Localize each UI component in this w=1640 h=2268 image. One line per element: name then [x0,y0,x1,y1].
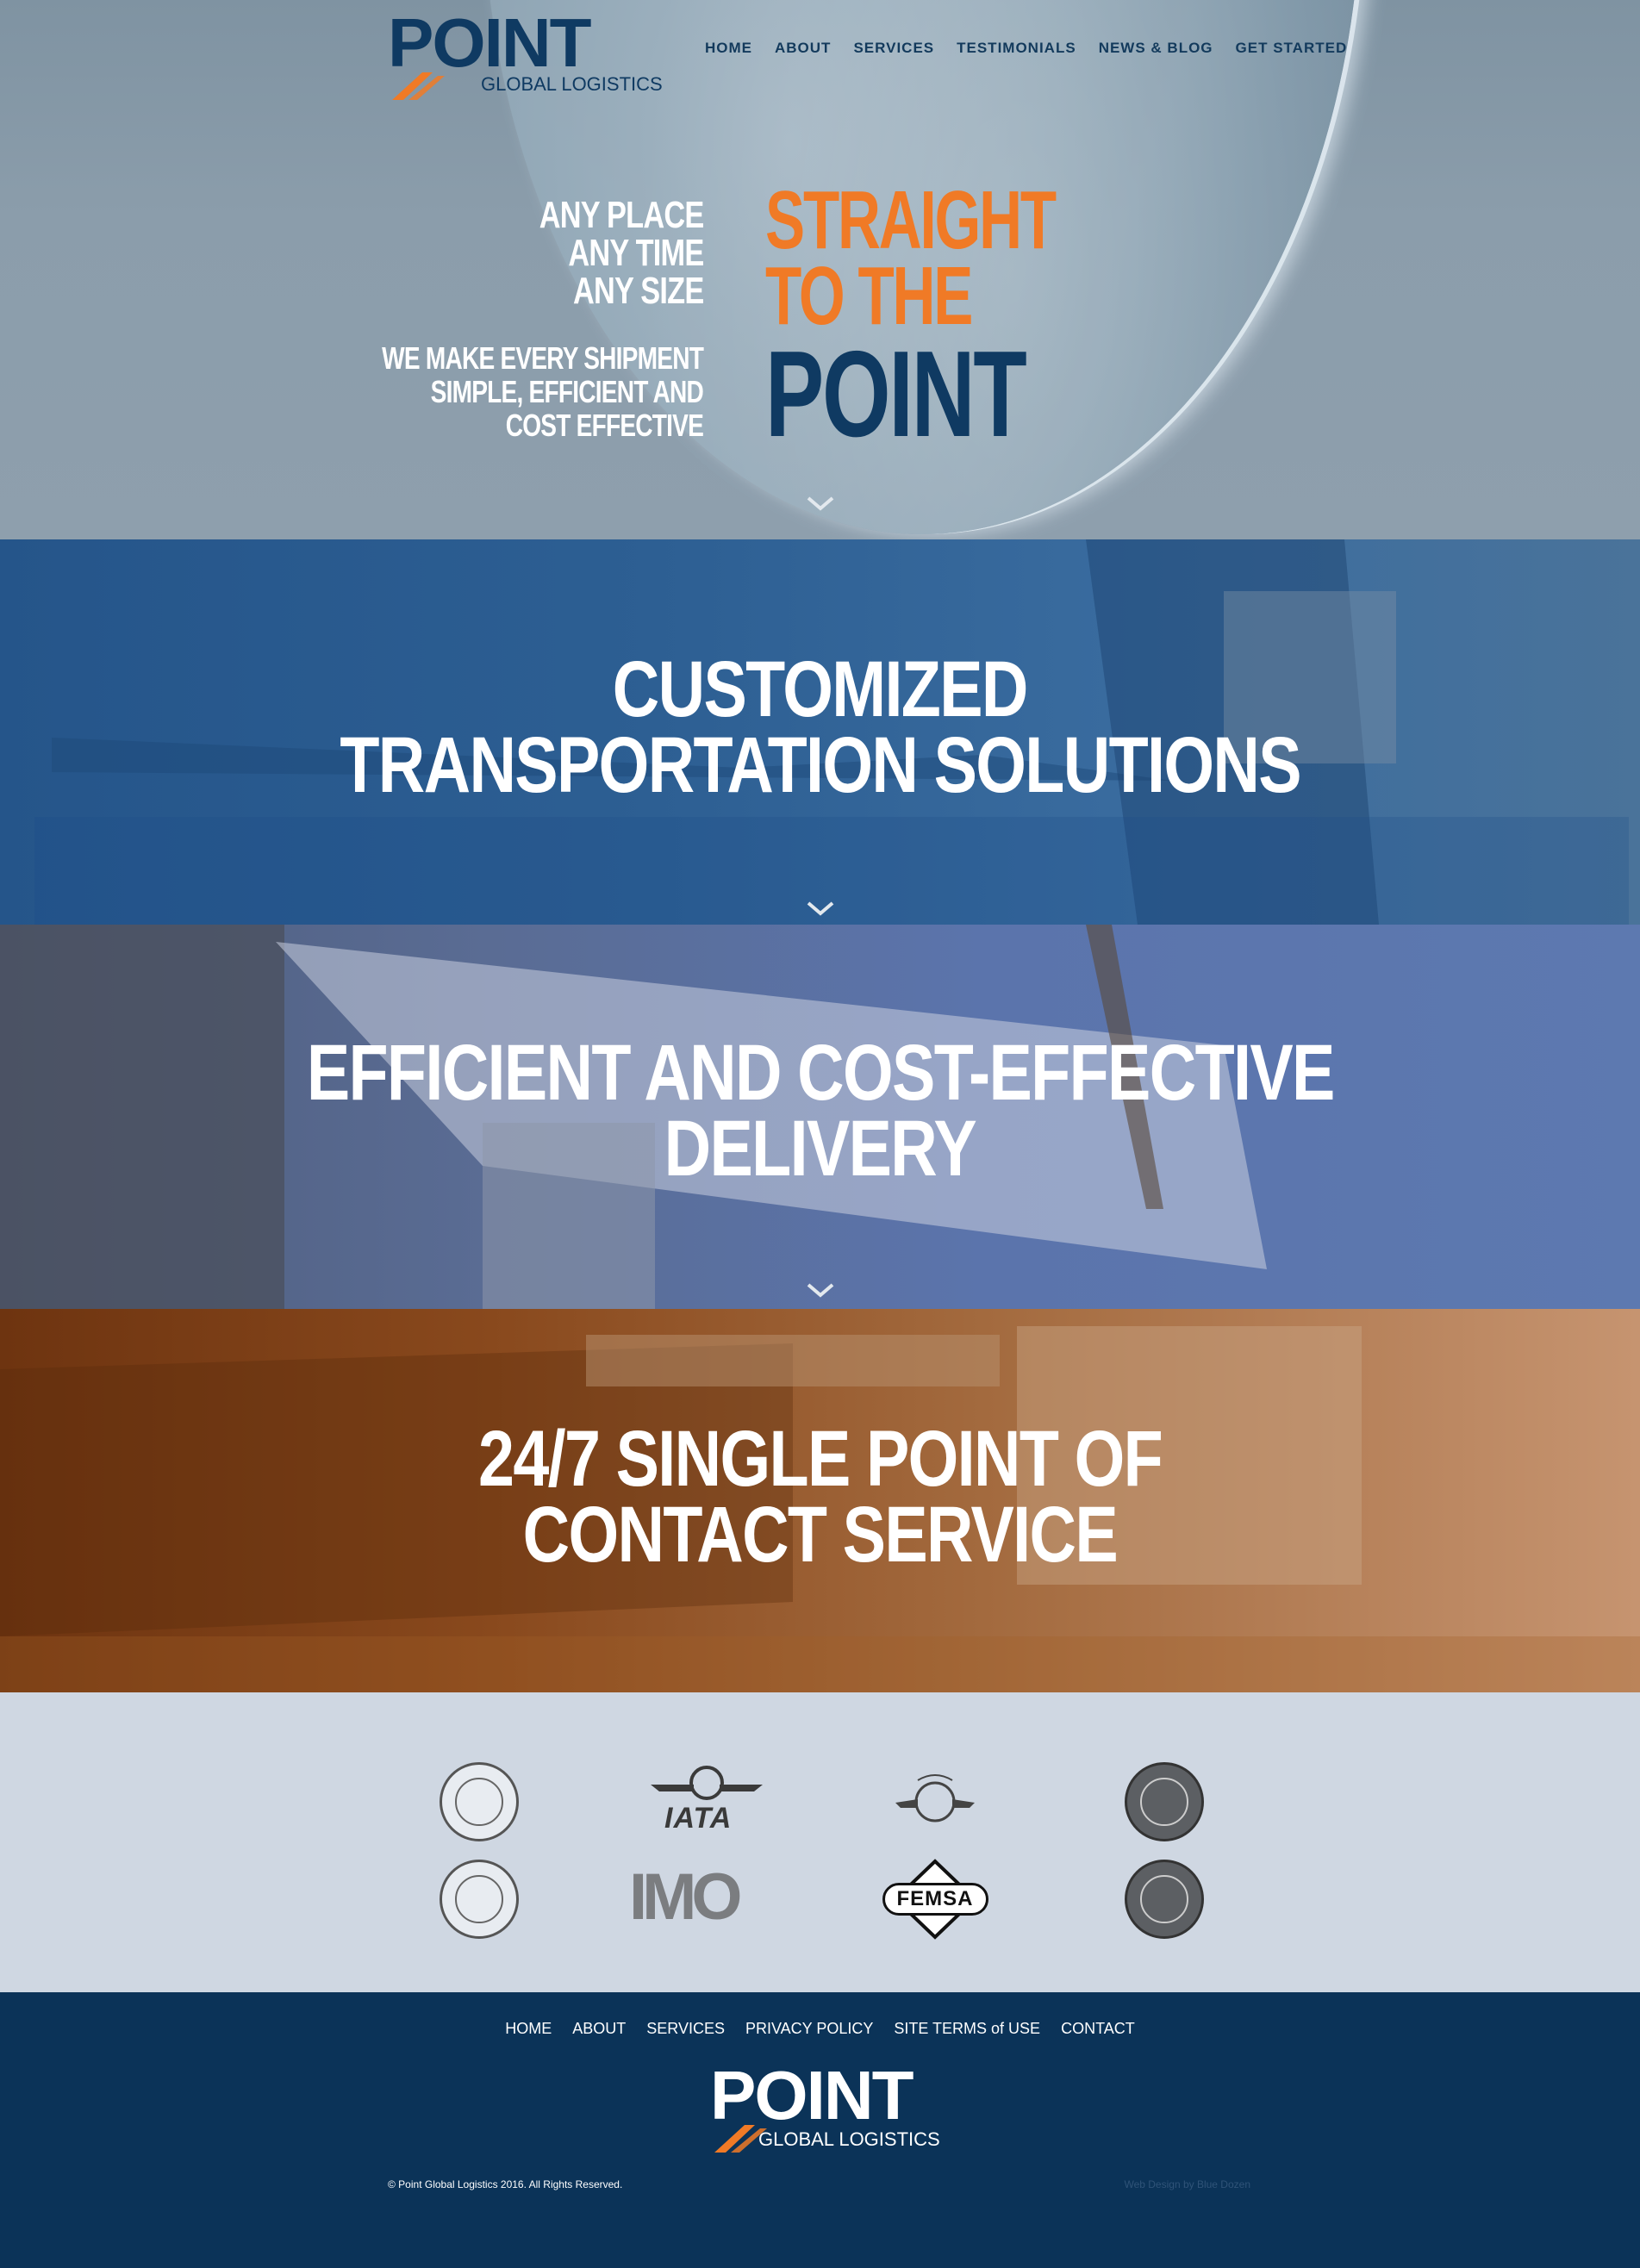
icao-emblem-icon [895,1774,975,1822]
heading-line: 24/7 SINGLE POINT OF [477,1415,1163,1503]
footer-nav-privacy[interactable]: PRIVACY POLICY [745,2020,873,2038]
tagline-line: ANY SIZE [572,270,704,312]
heading-line: CONTACT SERVICE [522,1491,1119,1579]
site-footer: HOME ABOUT SERVICES PRIVACY POLICY SITE … [0,1992,1640,2268]
hero-subline: WE MAKE EVERY SHIPMENT SIMPLE, EFFICIENT… [382,340,704,443]
logo-subtitle: GLOBAL LOGISTICS [481,73,663,95]
hero-section: POINT GLOBAL LOGISTICS HOME ABOUT SERVIC… [0,0,1640,539]
logo-wordmark: POINT [388,4,591,81]
icao-logo [892,1763,978,1841]
footer-nav-contact[interactable]: CONTACT [1061,2020,1135,2038]
section-heading: CUSTOMIZED TRANSPORTATION SOLUTIONS [0,645,1640,809]
section-heading: 24/7 SINGLE POINT OF CONTACT SERVICE [0,1415,1640,1579]
heading-line: DELIVERY [664,1105,977,1193]
section-transportation: CUSTOMIZED TRANSPORTATION SOLUTIONS [0,539,1640,925]
hero-tagline: ANY PLACE ANY TIME ANY SIZE [539,196,703,310]
femsa-logo: FEMSA [866,1858,1004,1941]
subline-line: WE MAKE EVERY SHIPMENT [382,340,704,376]
footer-nav-about[interactable]: ABOUT [572,2020,626,2038]
footer-nav-terms[interactable]: SITE TERMS of USE [894,2020,1040,2038]
subline-line: COST EFFECTIVE [505,408,704,443]
nav-get-started[interactable]: GET STARTED [1236,40,1348,57]
footer-logo[interactable]: POINT GLOBAL LOGISTICS [710,2057,940,2153]
heading-line: TRANSPORTATION SOLUTIONS [340,721,1301,809]
footer-logo-subtitle: GLOBAL LOGISTICS [758,2128,940,2150]
heading-line: EFFICIENT AND COST-EFFECTIVE [306,1029,1336,1117]
chevron-down-icon[interactable] [806,900,835,917]
footer-nav-home[interactable]: HOME [505,2020,552,2038]
coast-guard-reserve-seal-icon [1125,1860,1204,1939]
partner-logos: IATA IMO FEMSA [0,1692,1640,1992]
chevron-down-icon[interactable] [806,495,835,512]
section-contact-service: 24/7 SINGLE POINT OF CONTACT SERVICE [0,1309,1640,1692]
footer-logo-wordmark: POINT [710,2057,914,2134]
dhs-seal-icon [440,1762,519,1841]
hero-big-point: POINT [765,326,1027,463]
hero-big-to-the: TO THE [765,250,973,342]
footer-nav-services[interactable]: SERVICES [646,2020,725,2038]
site-logo[interactable]: POINT GLOBAL LOGISTICS [388,4,663,100]
iata-text: IATA [664,1802,733,1835]
copyright-text: © Point Global Logistics 2016. All Right… [388,2178,623,2190]
hero-big-straight: STRAIGHT [765,174,1057,266]
web-design-credit[interactable]: Web Design by Blue Dozen [1124,2178,1250,2190]
chevron-down-icon[interactable] [806,1281,835,1299]
nav-about[interactable]: ABOUT [775,40,831,57]
faa-seal-icon [1125,1762,1204,1841]
femsa-text: FEMSA [882,1883,988,1916]
subline-line: SIMPLE, EFFICIENT AND [430,374,704,409]
main-nav: HOME ABOUT SERVICES TESTIMONIALS NEWS & … [705,40,1369,57]
footer-nav: HOME ABOUT SERVICES PRIVACY POLICY SITE … [0,2020,1640,2038]
nav-services[interactable]: SERVICES [853,40,934,57]
dot-seal-icon [440,1860,519,1939]
tagline-line: ANY TIME [567,232,704,274]
section-delivery: EFFICIENT AND COST-EFFECTIVE DELIVERY [0,925,1640,1309]
iata-logo: IATA [651,1766,763,1839]
section-heading: EFFICIENT AND COST-EFFECTIVE DELIVERY [0,1029,1640,1193]
imo-logo: IMO [629,1860,743,1934]
tagline-line: ANY PLACE [539,194,703,236]
heading-line: CUSTOMIZED [613,645,1029,733]
nav-news-blog[interactable]: NEWS & BLOG [1099,40,1213,57]
nav-home[interactable]: HOME [705,40,752,57]
nav-testimonials[interactable]: TESTIMONIALS [957,40,1076,57]
